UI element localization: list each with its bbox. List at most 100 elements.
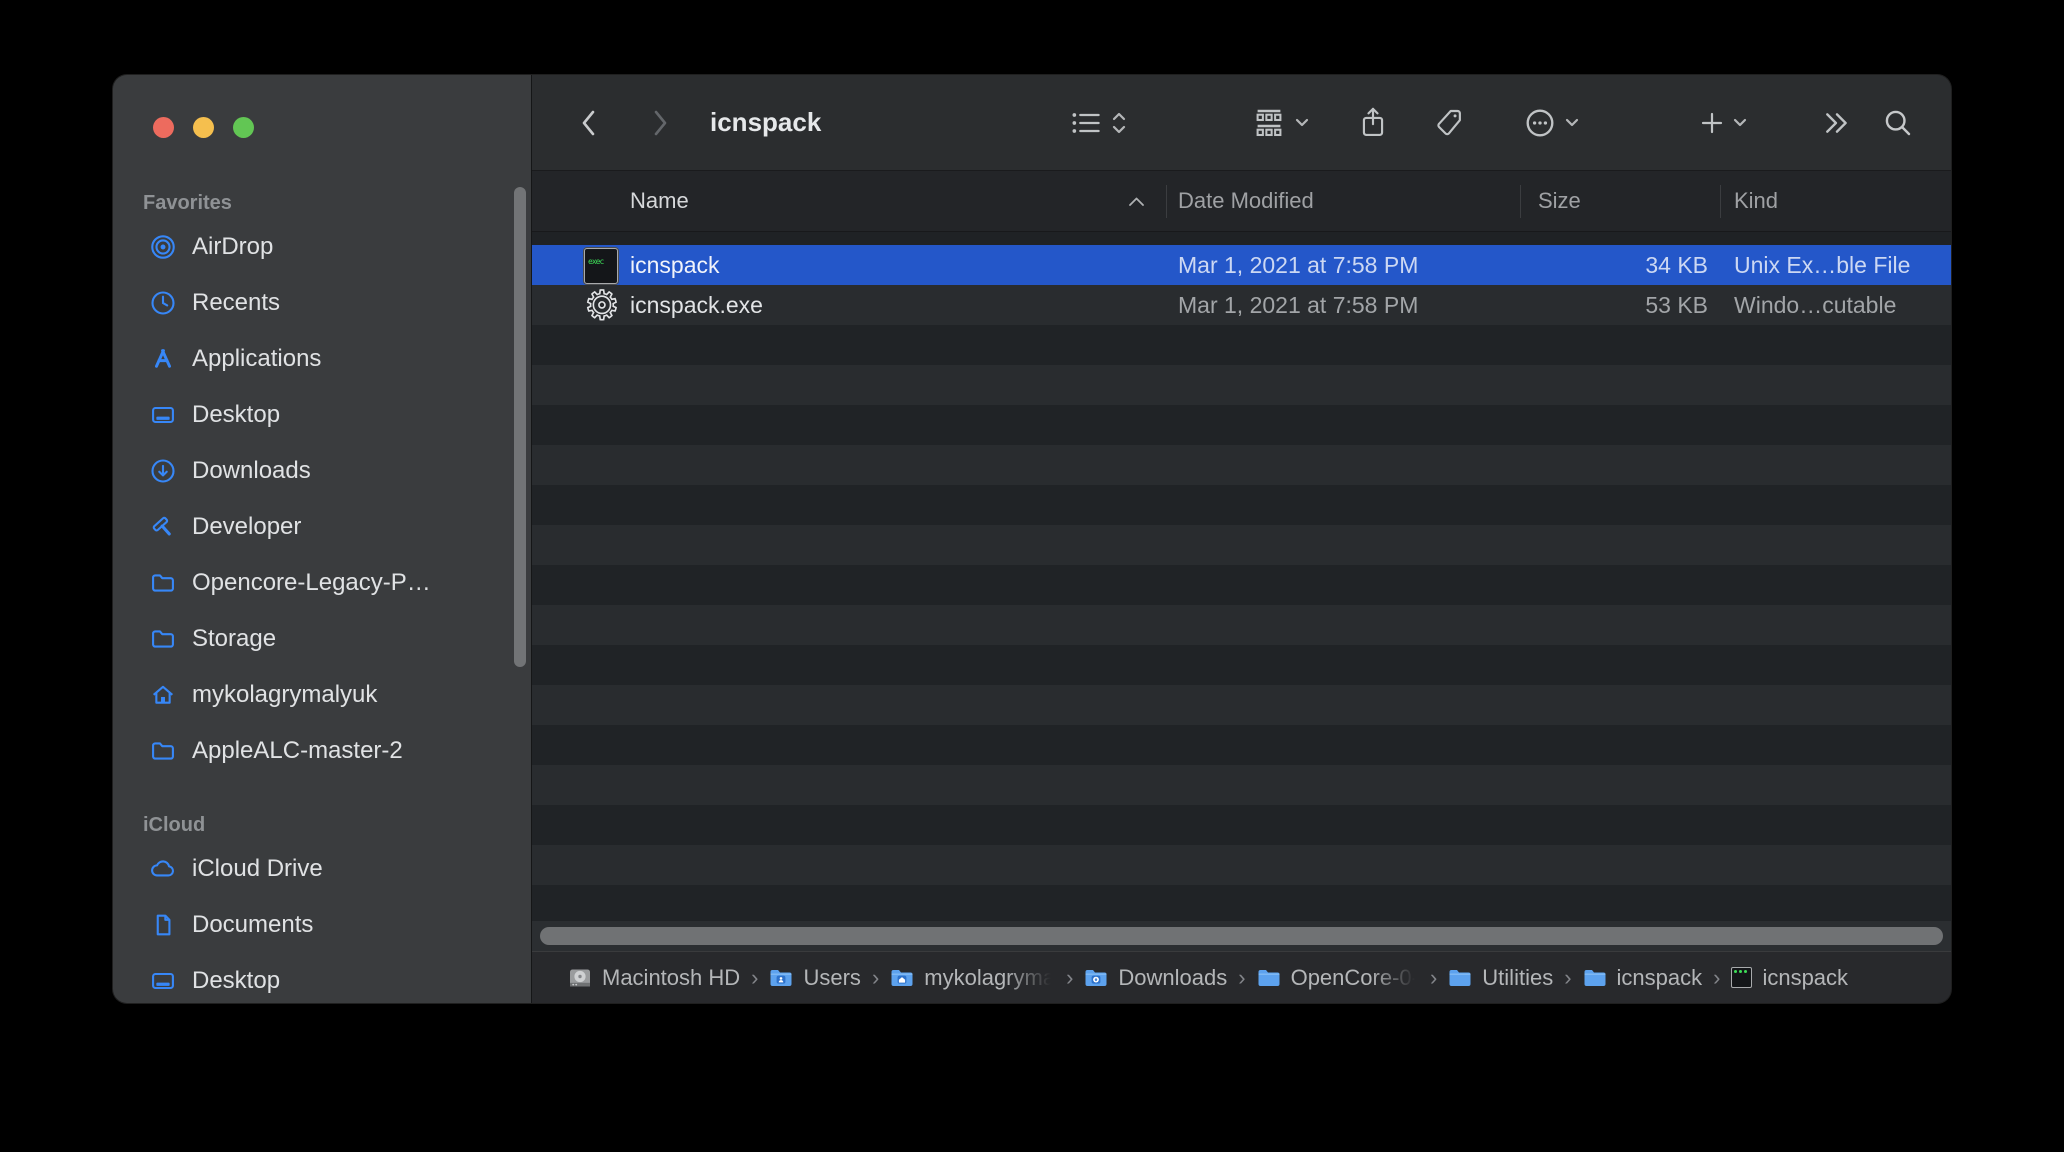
breadcrumb-icnspack-folder[interactable]: icnspack <box>1583 964 1703 991</box>
breadcrumb-macintosh-hd[interactable]: Macintosh HD <box>568 965 740 991</box>
sidebar-item-label: Opencore-Legacy-P… <box>192 569 431 596</box>
sort-chevrons-icon <box>1112 112 1125 133</box>
sidebar-item-home[interactable]: mykolagrymalyuk <box>113 667 531 723</box>
tag-icon <box>1437 109 1461 135</box>
breadcrumb-label: icnspack <box>1762 964 1849 990</box>
windows-executable-gear-icon: ⚙ <box>583 284 620 328</box>
breadcrumb-separator: › <box>1066 964 1074 990</box>
finder-window: Favorites AirDrop Recents Applications D… <box>113 75 1951 1003</box>
sidebar-item-downloads[interactable]: Downloads <box>113 443 531 499</box>
breadcrumb-icnspack-file[interactable]: icnspack <box>1731 965 1848 991</box>
search-button[interactable] <box>1876 75 1920 170</box>
list-view-icon <box>1072 112 1100 133</box>
sidebar-item-desktop[interactable]: Desktop <box>113 387 531 443</box>
sidebar-item-applications[interactable]: Applications <box>113 331 531 387</box>
file-kind: Unix Ex…ble File <box>1734 251 1911 278</box>
column-header-kind[interactable]: Kind <box>1734 171 1778 231</box>
horizontal-scrollbar-thumb[interactable] <box>540 927 1943 945</box>
folder-icon <box>148 736 178 766</box>
chevron-left-icon <box>582 110 595 135</box>
breadcrumb-separator: › <box>1713 964 1721 990</box>
breadcrumb-users[interactable]: Users <box>769 964 861 991</box>
cloud-icon <box>148 854 178 884</box>
share-button[interactable] <box>1350 75 1396 170</box>
overflow-toolbar-button[interactable] <box>1815 75 1859 170</box>
sidebar-item-documents[interactable]: Documents <box>113 897 531 953</box>
file-name: icnspack <box>630 251 720 278</box>
forward-button[interactable] <box>639 75 681 170</box>
file-date-modified: Mar 1, 2021 at 7:58 PM <box>1178 291 1419 318</box>
window-title: icnspack <box>710 107 822 137</box>
breadcrumb-opencore[interactable]: OpenCore-0- <box>1257 965 1419 991</box>
breadcrumb-home-folder[interactable]: mykolagryma <box>890 965 1055 991</box>
app-store-icon <box>148 344 178 374</box>
sidebar-item-applealc[interactable]: AppleALC-master-2 <box>113 723 531 779</box>
more-actions-button[interactable] <box>1504 75 1598 170</box>
breadcrumb-downloads[interactable]: Downloads <box>1084 965 1227 991</box>
breadcrumb-label: Downloads <box>1118 964 1228 990</box>
file-row-icnspack[interactable]: exec icnspack Mar 1, 2021 at 7:58 PM 34 … <box>532 245 1951 285</box>
sidebar-item-developer[interactable]: Developer <box>113 499 531 555</box>
folder-icon <box>148 568 178 598</box>
sidebar-item-label: AirDrop <box>192 233 274 260</box>
sidebar-item-label: Desktop <box>192 401 281 428</box>
new-item-button[interactable] <box>1682 75 1764 170</box>
column-divider <box>1720 185 1721 218</box>
file-list: exec icnspack Mar 1, 2021 at 7:58 PM 34 … <box>532 245 1951 921</box>
breadcrumb-label: icnspack <box>1616 964 1703 990</box>
sidebar-item-storage[interactable]: Storage <box>113 611 531 667</box>
tag-button[interactable] <box>1426 75 1472 170</box>
column-header-name[interactable]: Name <box>630 171 689 231</box>
sidebar-item-label: Recents <box>192 289 281 316</box>
unix-executable-icon <box>1731 967 1753 988</box>
sidebar-item-airdrop[interactable]: AirDrop <box>113 219 531 275</box>
back-button[interactable] <box>568 75 610 170</box>
file-name: icnspack.exe <box>630 291 763 318</box>
sidebar: Favorites AirDrop Recents Applications D… <box>113 75 532 1003</box>
hammer-icon <box>148 512 178 542</box>
file-row-icnspack-exe[interactable]: ⚙ icnspack.exe Mar 1, 2021 at 7:58 PM 53… <box>532 284 1951 328</box>
breadcrumb-label: Users <box>803 964 861 990</box>
file-size: 53 KB <box>1645 291 1708 318</box>
view-options-button[interactable] <box>1052 75 1144 170</box>
breadcrumb-label: Macintosh HD <box>602 964 741 990</box>
sidebar-item-label: Desktop <box>192 967 281 994</box>
folder-users-icon <box>770 969 792 986</box>
close-window-button[interactable] <box>153 117 174 138</box>
clock-icon <box>148 288 178 318</box>
document-icon <box>148 910 178 940</box>
sidebar-item-label: Downloads <box>192 457 311 484</box>
double-chevron-right-icon <box>1826 112 1847 133</box>
column-divider <box>1520 185 1521 218</box>
breadcrumb-utilities[interactable]: Utilities <box>1448 965 1553 991</box>
folder-icon <box>1449 969 1471 986</box>
toolbar: icnspack <box>532 75 1951 171</box>
minimize-window-button[interactable] <box>193 117 214 138</box>
column-headers: Name Date Modified Size Kind <box>532 171 1951 232</box>
sidebar-item-opencore-legacy[interactable]: Opencore-Legacy-P… <box>113 555 531 611</box>
sidebar-item-desktop-icloud[interactable]: Desktop <box>113 953 531 1003</box>
chevron-down-icon <box>1733 118 1746 126</box>
group-view-icon <box>1256 109 1281 136</box>
chevron-down-icon <box>1565 118 1578 126</box>
chevron-down-icon <box>1295 118 1308 126</box>
column-header-date-modified[interactable]: Date Modified <box>1178 171 1314 231</box>
hard-drive-icon <box>570 969 590 986</box>
file-size: 34 KB <box>1645 251 1708 278</box>
unix-executable-icon: exec <box>584 246 618 286</box>
column-header-size[interactable]: Size <box>1538 171 1581 231</box>
path-bar: Macintosh HD › Users › mykolagryma › Dow… <box>532 951 1951 1003</box>
sidebar-item-label: Applications <box>192 345 322 372</box>
zoom-window-button[interactable] <box>233 117 254 138</box>
sidebar-item-label: Documents <box>192 911 314 938</box>
sidebar-scrollbar-thumb[interactable] <box>514 187 526 667</box>
sidebar-item-recents[interactable]: Recents <box>113 275 531 331</box>
desktop-icon <box>148 400 178 430</box>
sidebar-item-icloud-drive[interactable]: iCloud Drive <box>113 841 531 897</box>
file-date-modified: Mar 1, 2021 at 7:58 PM <box>1178 251 1419 278</box>
breadcrumb-label: Utilities <box>1482 964 1554 990</box>
group-by-button[interactable] <box>1232 75 1328 170</box>
plus-icon <box>1701 112 1722 133</box>
sort-ascending-icon <box>1128 171 1145 231</box>
breadcrumb-separator: › <box>1238 964 1246 990</box>
